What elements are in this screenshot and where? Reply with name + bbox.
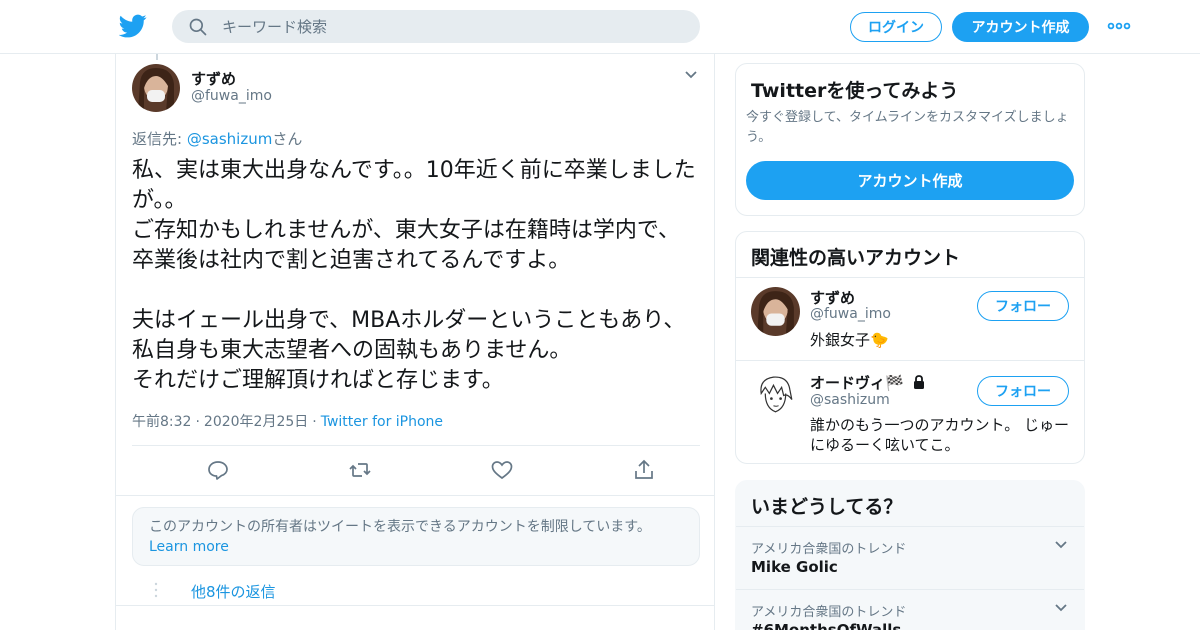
like-heart-icon[interactable] — [490, 458, 514, 482]
search-box[interactable] — [172, 10, 700, 43]
more-options-icon[interactable] — [1107, 20, 1131, 32]
tweet-source-link[interactable]: Twitter for iPhone — [321, 414, 443, 430]
trend-context: アメリカ合衆国のトレンド — [751, 542, 907, 557]
author-handle[interactable]: @fuwa_imo — [191, 88, 272, 104]
chevron-down-icon[interactable] — [684, 70, 698, 80]
related-account-avatar[interactable] — [751, 287, 800, 336]
signup-card-title: Twitterを使ってみよう — [751, 80, 959, 102]
related-account-bio: 誰かのもう一つのアカウント。 じゅーにゆるーく呟いてこ。 — [810, 416, 1070, 454]
related-account-avatar[interactable] — [751, 371, 800, 420]
divider — [736, 589, 1084, 590]
share-icon[interactable] — [632, 458, 656, 482]
follow-button[interactable]: フォロー — [977, 291, 1069, 321]
retweet-icon[interactable] — [348, 458, 372, 482]
divider — [736, 526, 1084, 527]
tweet-date[interactable]: 2020年2月25日 — [204, 414, 308, 430]
reply-prefix: 返信先: — [132, 130, 187, 148]
divider — [736, 360, 1084, 361]
restriction-text: このアカウントの所有者はツイートを表示できるアカウントを制限しています。 — [149, 519, 651, 535]
tweet-column: すずめ @fuwa_imo 返信先: @sashizumさん 私、実は東大出身な… — [115, 54, 715, 630]
related-account-handle[interactable]: @sashizum — [810, 392, 890, 408]
signup-card: Twitterを使ってみよう 今すぐ登録して、タイムラインをカスタマイズしましょ… — [735, 63, 1085, 216]
divider — [736, 277, 1084, 278]
reply-to-line: 返信先: @sashizumさん — [132, 128, 302, 149]
tweet-actions — [132, 446, 700, 494]
related-account-name-text[interactable]: オードヴィ🏁 — [810, 374, 904, 392]
signup-card-subtitle: 今すぐ登録して、タイムラインをカスタマイズしましょう。 — [746, 110, 1069, 145]
lock-icon — [913, 375, 924, 389]
search-input[interactable] — [222, 10, 682, 43]
related-accounts-title: 関連性の高いアカウント — [751, 247, 961, 269]
sidebar-signup-button[interactable]: アカウント作成 — [746, 161, 1074, 200]
separator-dot: · — [312, 414, 317, 430]
trend-name[interactable]: Mike Golic — [751, 558, 838, 576]
tweet-metadata: 午前8:32 · 2020年2月25日 · Twitter for iPhone — [132, 411, 443, 431]
chevron-down-icon[interactable] — [1054, 540, 1068, 550]
more-replies-link[interactable]: 他8件の返信 — [191, 581, 276, 602]
trends-card: いまどうしてる？ アメリカ合衆国のトレンド Mike Golic アメリカ合衆国… — [735, 480, 1085, 630]
trend-context: アメリカ合衆国のトレンド — [751, 605, 907, 620]
thread-connector-line — [156, 54, 158, 60]
reply-icon[interactable] — [206, 458, 230, 482]
related-account-name[interactable]: オードヴィ🏁 — [810, 372, 927, 393]
signup-button[interactable]: アカウント作成 — [952, 12, 1089, 42]
learn-more-link[interactable]: Learn more — [149, 539, 229, 555]
related-account-name[interactable]: すずめ — [810, 287, 855, 308]
top-bar: ログイン アカウント作成 — [0, 0, 1200, 54]
related-account-handle[interactable]: @fuwa_imo — [810, 306, 891, 322]
separator-dot: · — [195, 414, 200, 430]
tweet-time[interactable]: 午前8:32 — [132, 414, 191, 430]
tweet-text: 私、実は東大出身なんです。。10年近く前に卒業しましたが。。 ご存知かもしれませ… — [132, 158, 696, 393]
follow-button[interactable]: フォロー — [977, 376, 1069, 406]
related-account-bio: 外銀女子🐤 — [810, 331, 889, 349]
related-accounts-card: 関連性の高いアカウント すずめ @fuwa_imo 外銀女子🐤 フォロー オード… — [735, 231, 1085, 464]
twitter-logo-icon[interactable] — [119, 12, 147, 40]
divider — [116, 495, 714, 496]
author-avatar[interactable] — [132, 64, 180, 112]
divider — [116, 605, 714, 606]
reply-suffix: さん — [272, 130, 303, 148]
login-button[interactable]: ログイン — [850, 12, 942, 42]
restricted-account-notice: このアカウントの所有者はツイートを表示できるアカウントを制限しています。 Lear… — [132, 507, 700, 566]
trends-title: いまどうしてる？ — [751, 496, 903, 518]
trend-name[interactable]: #6MonthsOfWalls — [751, 621, 901, 630]
chevron-down-icon[interactable] — [1054, 603, 1068, 613]
author-name[interactable]: すずめ — [191, 68, 236, 89]
reply-to-handle-link[interactable]: @sashizum — [187, 130, 273, 148]
thread-ellipsis-icon — [154, 582, 158, 598]
search-icon — [189, 18, 207, 36]
